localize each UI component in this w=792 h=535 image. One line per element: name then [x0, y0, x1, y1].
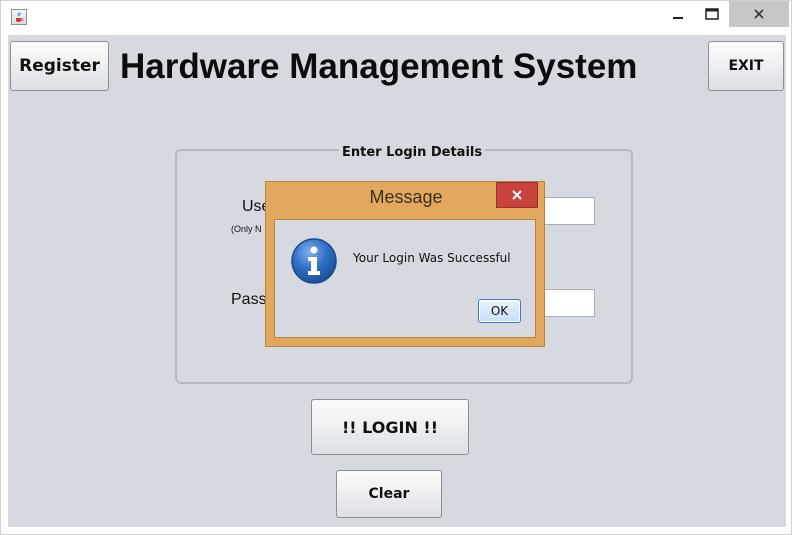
minimize-icon — [673, 17, 683, 19]
username-hint: (Only N — [231, 224, 262, 234]
dialog-message: Your Login Was Successful — [353, 251, 511, 265]
password-label: Pass — [231, 291, 267, 308]
maximize-button[interactable] — [697, 1, 727, 27]
page-title: Hardware Management System — [120, 47, 638, 86]
clear-button[interactable]: Clear — [336, 470, 442, 518]
window-close-button[interactable] — [729, 1, 789, 27]
register-button[interactable]: Register — [10, 41, 109, 91]
close-icon — [512, 190, 522, 200]
title-bar[interactable] — [1, 1, 791, 33]
username-field[interactable] — [539, 197, 595, 225]
maximize-icon — [705, 8, 719, 20]
message-dialog: Message Your Login Was Successful OK — [265, 181, 545, 347]
panel-legend: Enter Login Details — [339, 145, 486, 160]
java-coffee-icon[interactable] — [11, 9, 27, 25]
exit-button[interactable]: EXIT — [708, 41, 784, 91]
dialog-close-button[interactable] — [496, 182, 538, 208]
login-button[interactable]: !! LOGIN !! — [311, 399, 469, 455]
minimize-button[interactable] — [663, 1, 693, 27]
close-icon — [754, 9, 764, 19]
ok-button[interactable]: OK — [478, 299, 521, 323]
password-field[interactable] — [539, 289, 595, 317]
app-window: Register Hardware Management System EXIT… — [0, 0, 792, 535]
info-icon — [291, 238, 337, 284]
dialog-body: Your Login Was Successful OK — [274, 219, 536, 338]
